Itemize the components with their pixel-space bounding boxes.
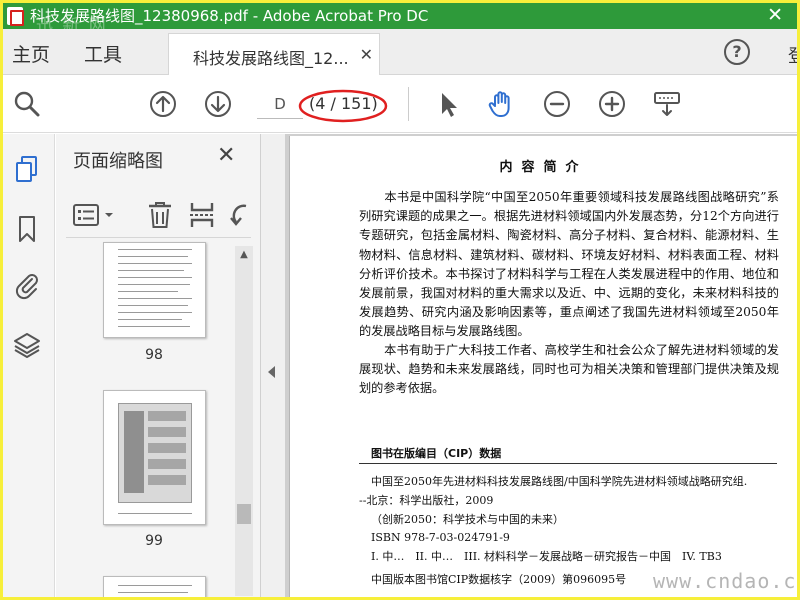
delete-icon[interactable] (146, 200, 174, 230)
document-tab-label: 科技发展路线图_12... (193, 49, 349, 68)
tab-bar: 主页 工具 科技发展路线图_12... ✕ ? 登 (3, 29, 797, 76)
page-thumbnail-next[interactable] (103, 576, 206, 597)
search-zoom-icon[interactable] (12, 89, 42, 119)
thumbnail-label: 98 (145, 347, 163, 363)
toolbar-divider (408, 87, 409, 121)
document-tab-close-button[interactable]: ✕ (360, 45, 373, 64)
annotation-ellipse (298, 89, 388, 123)
tab-tools[interactable]: 工具 (84, 40, 122, 67)
cip-line: --北京：科学出版社，2009 (359, 494, 494, 507)
thumbnails-panel: 页面缩略图 ✕ 98 99 ▲ (56, 134, 261, 597)
zoom-out-icon[interactable] (542, 89, 572, 119)
title-bar: 科技发展路线图_12380968.pdf - Adobe Acrobat Pro… (3, 3, 797, 36)
summary-paragraph-1: 本书是中国科学院“中国至2050年重要领域科技发展路线图战略研究”系列研究课题的… (359, 190, 779, 339)
keyboard-scroll-icon[interactable] (652, 89, 682, 119)
cip-line: （创新2050：科学技术与中国的未来） (371, 513, 564, 526)
insert-page-icon[interactable] (187, 200, 217, 230)
thumbnail-label: 99 (145, 533, 163, 549)
options-menu-icon[interactable] (72, 202, 116, 228)
sign-in-button[interactable]: 登 (788, 42, 797, 68)
page-number-input[interactable]: D (257, 89, 303, 119)
bookmark-icon[interactable] (12, 214, 42, 244)
main-toolbar: D (4 / 151) (3, 75, 797, 133)
window-close-button[interactable]: ✕ (767, 5, 783, 25)
navigation-rail (3, 134, 55, 597)
cip-line: ISBN 978-7-03-024791-9 (371, 531, 510, 544)
help-button[interactable]: ? (724, 39, 750, 65)
zoom-in-icon[interactable] (597, 89, 627, 119)
layers-icon[interactable] (12, 330, 42, 360)
document-viewport[interactable]: 内容简介 本书是中国科学院“中国至2050年重要领域科技发展路线图战略研究”系列… (285, 134, 797, 597)
page-thumbnail-98[interactable] (103, 242, 206, 338)
panel-collapse-strip[interactable] (261, 134, 285, 597)
hand-tool-icon[interactable] (487, 89, 517, 119)
panel-close-button[interactable]: ✕ (217, 143, 235, 168)
cip-line: 中国版本图书馆CIP数据核字（2009）第096095号 (371, 573, 627, 586)
select-arrow-icon[interactable] (433, 89, 463, 119)
collapse-arrow-icon[interactable] (268, 366, 275, 378)
panel-title: 页面缩略图 (73, 151, 163, 172)
acrobat-app-icon (7, 7, 24, 26)
page-thumbnail-99[interactable] (103, 390, 206, 525)
pdf-page: 内容简介 本书是中国科学院“中国至2050年重要领域科技发展路线图战略研究”系列… (289, 136, 797, 597)
thumbnail-toolbar (66, 190, 251, 238)
scroll-up-arrow-icon[interactable]: ▲ (235, 246, 253, 264)
tab-home[interactable]: 主页 (12, 40, 50, 67)
summary-paragraph-2: 本书有助于广大科技工作者、高校学生和社会公众了解先进材料领域的发展现状、趋势和未… (359, 343, 779, 396)
page-thumbnails-icon[interactable] (12, 154, 42, 184)
cip-line: 中国至2050年先进材料科技发展路线图/中国科学院先进材料领域战略研究组. (371, 475, 748, 488)
page-down-icon[interactable] (203, 89, 233, 119)
app-window: 科技发展路线图_12380968.pdf - Adobe Acrobat Pro… (3, 3, 797, 597)
cip-divider (359, 463, 777, 464)
watermark-text: www.cndao.com (653, 569, 797, 593)
page-heading: 内容简介 (499, 160, 588, 175)
tab-document[interactable]: 科技发展路线图_12... ✕ (168, 33, 380, 76)
scrollbar-thumb[interactable] (237, 504, 251, 524)
cip-heading: 图书在版编目（CIP）数据 (371, 447, 502, 460)
undo-icon[interactable] (228, 200, 252, 230)
page-up-icon[interactable] (148, 89, 178, 119)
attachment-icon[interactable] (12, 270, 42, 300)
cip-line: I. 中… II. 中… III. 材料科学－发展战略－研究报告－中国 IV. … (371, 550, 722, 563)
thumbnail-scrollbar[interactable]: ▲ (235, 246, 253, 596)
